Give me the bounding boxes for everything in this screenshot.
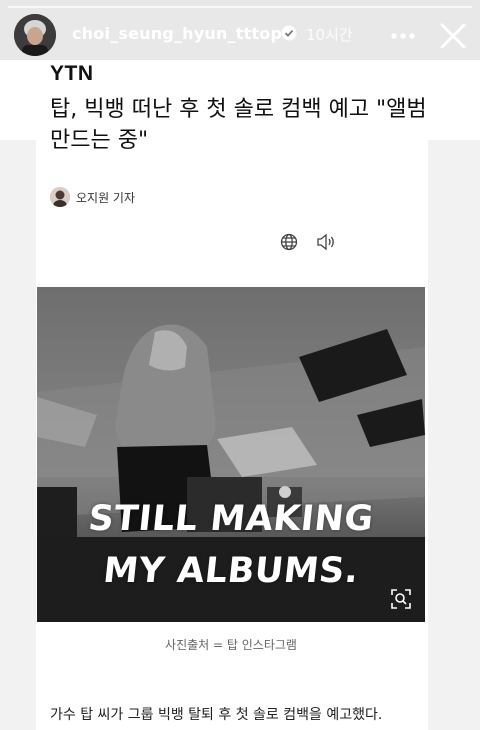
story-progress-bar bbox=[8, 6, 472, 8]
article-photo[interactable]: STILL MAKING MY ALBUMS. bbox=[37, 287, 425, 622]
photo-overlay-text-1: STILL MAKING bbox=[86, 499, 376, 539]
article-body-text: 가수 탑 씨가 그룹 빅뱅 탈퇴 후 첫 솔로 컴백을 예고했다. bbox=[50, 707, 383, 723]
article-margin-left bbox=[0, 140, 36, 730]
close-icon[interactable] bbox=[437, 20, 469, 52]
globe-icon[interactable] bbox=[280, 233, 298, 251]
article-headline: 탑, 빅뱅 떠난 후 첫 솔로 컴백 예고 "앨범 만드는 중" bbox=[50, 97, 427, 153]
zoom-icon[interactable] bbox=[389, 587, 413, 611]
article-margin-right bbox=[428, 140, 480, 730]
verified-badge-icon bbox=[281, 25, 297, 41]
photo-overlay-text-2: MY ALBUMS. bbox=[101, 551, 361, 591]
story-header: choi_seung_hyun_tttop 10시간 bbox=[0, 12, 480, 58]
story-timestamp: 10시간 bbox=[306, 26, 353, 44]
photo-caption: 사진출처 = 탑 인스타그램 bbox=[165, 638, 297, 652]
story-username[interactable]: choi_seung_hyun_tttop bbox=[72, 24, 282, 43]
more-dots-icon[interactable] bbox=[388, 24, 418, 48]
reporter-name: 오지원 기자 bbox=[76, 190, 136, 205]
speaker-icon[interactable] bbox=[316, 233, 336, 251]
news-brand: YTN bbox=[50, 62, 94, 85]
byline: 오지원 기자 bbox=[50, 186, 135, 208]
reporter-avatar bbox=[50, 187, 70, 207]
avatar[interactable] bbox=[14, 14, 56, 56]
article-card: YTN 탑, 빅뱅 떠난 후 첫 솔로 컴백 예고 "앨범 만드는 중" 오지원… bbox=[0, 0, 480, 730]
